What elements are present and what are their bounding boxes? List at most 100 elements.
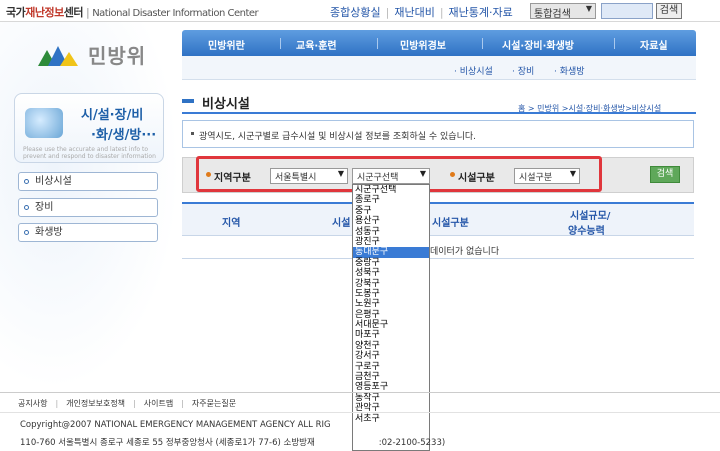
sidebar-title-box: 시/설·장/비 ·화/생/방··· Please use the accurat… (14, 93, 164, 163)
top-link-situation-room[interactable]: 종합상황실 (330, 6, 381, 19)
brand-text-2: 재난정보 (25, 6, 64, 19)
dropdown-option[interactable]: 성동구 (353, 227, 429, 237)
subnav-item-cbr[interactable]: · 화생방 (554, 64, 585, 77)
nav-item-training[interactable]: 교육·훈련 (296, 37, 337, 52)
dropdown-option[interactable]: 용산구 (353, 216, 429, 226)
dropdown-option[interactable]: 동대문구 (353, 247, 429, 258)
logo-text: 민방위 (88, 44, 147, 68)
bullet-icon (24, 230, 29, 235)
sidebar-item-cbr[interactable]: 화생방 (18, 223, 158, 242)
sidebar-subtitle: Please use the accurate and latest info … (23, 146, 156, 160)
search-scope-select[interactable]: 통합검색 ▼ (530, 3, 596, 20)
district-select[interactable]: 시군구선택 ▼ (352, 168, 430, 184)
chevron-down-icon: ▼ (569, 169, 576, 178)
top-links: 종합상황실 | 재난대비 | 재난통계·자료 (330, 4, 513, 20)
brand-text-3: 센터 (63, 6, 84, 19)
chevron-down-icon: ▼ (585, 4, 592, 13)
subnav-item-equipment[interactable]: · 장비 (512, 64, 534, 77)
top-search-input[interactable] (601, 3, 653, 19)
nav-divider (482, 38, 483, 49)
dropdown-option[interactable]: 금천구 (353, 372, 429, 382)
site-brand[interactable]: 국가재난정보센터 | National Disaster Information C… (6, 4, 259, 20)
brand-english: National Disaster Information Center (92, 8, 259, 19)
table-header: 지역 시설 시설구분 시설규모/ 양수능력 (182, 202, 694, 237)
column-header-facility: 시설 (332, 218, 351, 229)
dropdown-option[interactable]: 도봉구 (353, 289, 429, 299)
region-select[interactable]: 서울특별시 ▼ (270, 168, 348, 184)
empty-message: 데이터가 없습니다 (430, 247, 500, 257)
dropdown-option[interactable]: 성북구 (353, 268, 429, 278)
dropdown-option[interactable]: 구로구 (353, 362, 429, 372)
main-nav: 민방위란 교육·훈련 민방위경보 시설·장비·화생방 자료실 (182, 30, 696, 56)
sidebar-item-equipment[interactable]: 장비 (18, 198, 158, 217)
copyright-text: Copyright@2007 NATIONAL EMERGENCY MANAGE… (20, 420, 331, 430)
footer-link-notice[interactable]: 공지사항 (18, 399, 47, 408)
nav-divider (614, 38, 615, 49)
footer-link-faq[interactable]: 자주묻는질문 (192, 399, 236, 408)
footer-links: 공지사항 | 개인정보보호정책 | 사이트맵 | 자주묻는질문 (18, 398, 236, 409)
monitor-icon (25, 108, 63, 138)
footer-link-sitemap[interactable]: 사이트맵 (144, 399, 173, 408)
brand-text-1: 국가 (6, 6, 26, 19)
chevron-down-icon: ▼ (337, 169, 344, 178)
district-dropdown-list[interactable]: 시군구선택 종로구 중구 용산구 성동구 광진구 동대문구 중랑구 성북구 강북구 도봉구 노원구 은평… (352, 184, 430, 451)
link-divider: | (439, 6, 444, 19)
dropdown-option[interactable]: 서대문구 (353, 320, 429, 330)
dropdown-option[interactable]: 강북구 (353, 279, 429, 289)
dropdown-option[interactable]: 시군구선택 (353, 185, 429, 195)
address-line: 110-760 서울특별시 종로구 세종로 55 정부중앙청사 (세종로1가 7… (20, 436, 445, 448)
orange-dot-icon (206, 172, 211, 177)
sidebar-title-line2: ·화/생/방··· (91, 128, 157, 143)
dropdown-option[interactable]: 마포구 (353, 330, 429, 340)
dropdown-option[interactable]: 양천구 (353, 341, 429, 351)
link-divider: | (133, 399, 136, 408)
footer-link-privacy[interactable]: 개인정보보호정책 (66, 399, 125, 408)
bullet-icon (24, 179, 29, 184)
dropdown-option[interactable]: 서초구 (353, 414, 429, 424)
nav-divider (280, 38, 281, 49)
region-label: 지역구분 (214, 173, 251, 184)
dropdown-option[interactable]: 동작구 (353, 393, 429, 403)
phone-text: :02-2100-5233) (378, 438, 446, 448)
triangles-logo-icon (38, 46, 78, 66)
search-button[interactable]: 검색 (650, 166, 680, 183)
nav-divider (377, 38, 378, 49)
dropdown-option[interactable]: 종로구 (353, 195, 429, 205)
subnav-item-emergency-facility[interactable]: · 비상시설 (454, 64, 493, 77)
top-search-button[interactable]: 검색 (656, 3, 682, 19)
column-header-region: 지역 (222, 218, 241, 229)
nav-item-facilities[interactable]: 시설·장비·화생방 (502, 37, 574, 52)
nav-item-about[interactable]: 민방위란 (208, 37, 245, 52)
dropdown-option[interactable]: 광진구 (353, 237, 429, 247)
top-link-statistics[interactable]: 재난통계·자료 (449, 6, 513, 19)
address-text: 110-760 서울특별시 종로구 세종로 55 정부중앙청사 (세종로1가 7… (20, 438, 315, 448)
column-header-scale: 시설규모/ (570, 211, 611, 222)
facility-label: 시설구분 (458, 173, 495, 184)
column-header-facility-type: 시설구분 (432, 218, 469, 229)
search-scope-value: 통합검색 (534, 9, 571, 20)
dropdown-option[interactable]: 중구 (353, 206, 429, 216)
nav-item-resources[interactable]: 자료실 (640, 37, 668, 52)
dropdown-option[interactable]: 노원구 (353, 299, 429, 309)
top-link-preparedness[interactable]: 재난대비 (394, 6, 434, 19)
dropdown-option[interactable]: 중랑구 (353, 258, 429, 268)
link-divider: | (385, 6, 390, 19)
nav-item-alert[interactable]: 민방위경보 (400, 37, 446, 52)
region-select-value: 서울특별시 (275, 173, 317, 183)
table-row-divider (182, 258, 694, 259)
info-text: 광역시도, 시군구별로 급수시설 및 비상시설 정보를 조회하실 수 있습니다. (199, 132, 477, 142)
facility-select-value: 시설구분 (519, 173, 553, 183)
chevron-down-icon: ▼ (419, 169, 426, 178)
column-header-capacity: 양수능력 (568, 226, 605, 237)
footer-divider (0, 412, 720, 413)
facility-select[interactable]: 시설구분 ▼ (514, 168, 580, 184)
site-logo[interactable]: 민방위 (38, 40, 158, 70)
sidebar-item-emergency-facility[interactable]: 비상시설 (18, 172, 158, 191)
district-select-value: 시군구선택 (357, 173, 399, 183)
title-divider (182, 112, 696, 114)
dropdown-option[interactable]: 은평구 (353, 310, 429, 320)
sidebar-title-line1: 시/설·장/비 (81, 108, 144, 123)
sidebar-item-label: 비상시설 (35, 176, 72, 187)
dropdown-option[interactable]: 강서구 (353, 351, 429, 361)
footer-divider (0, 392, 720, 393)
